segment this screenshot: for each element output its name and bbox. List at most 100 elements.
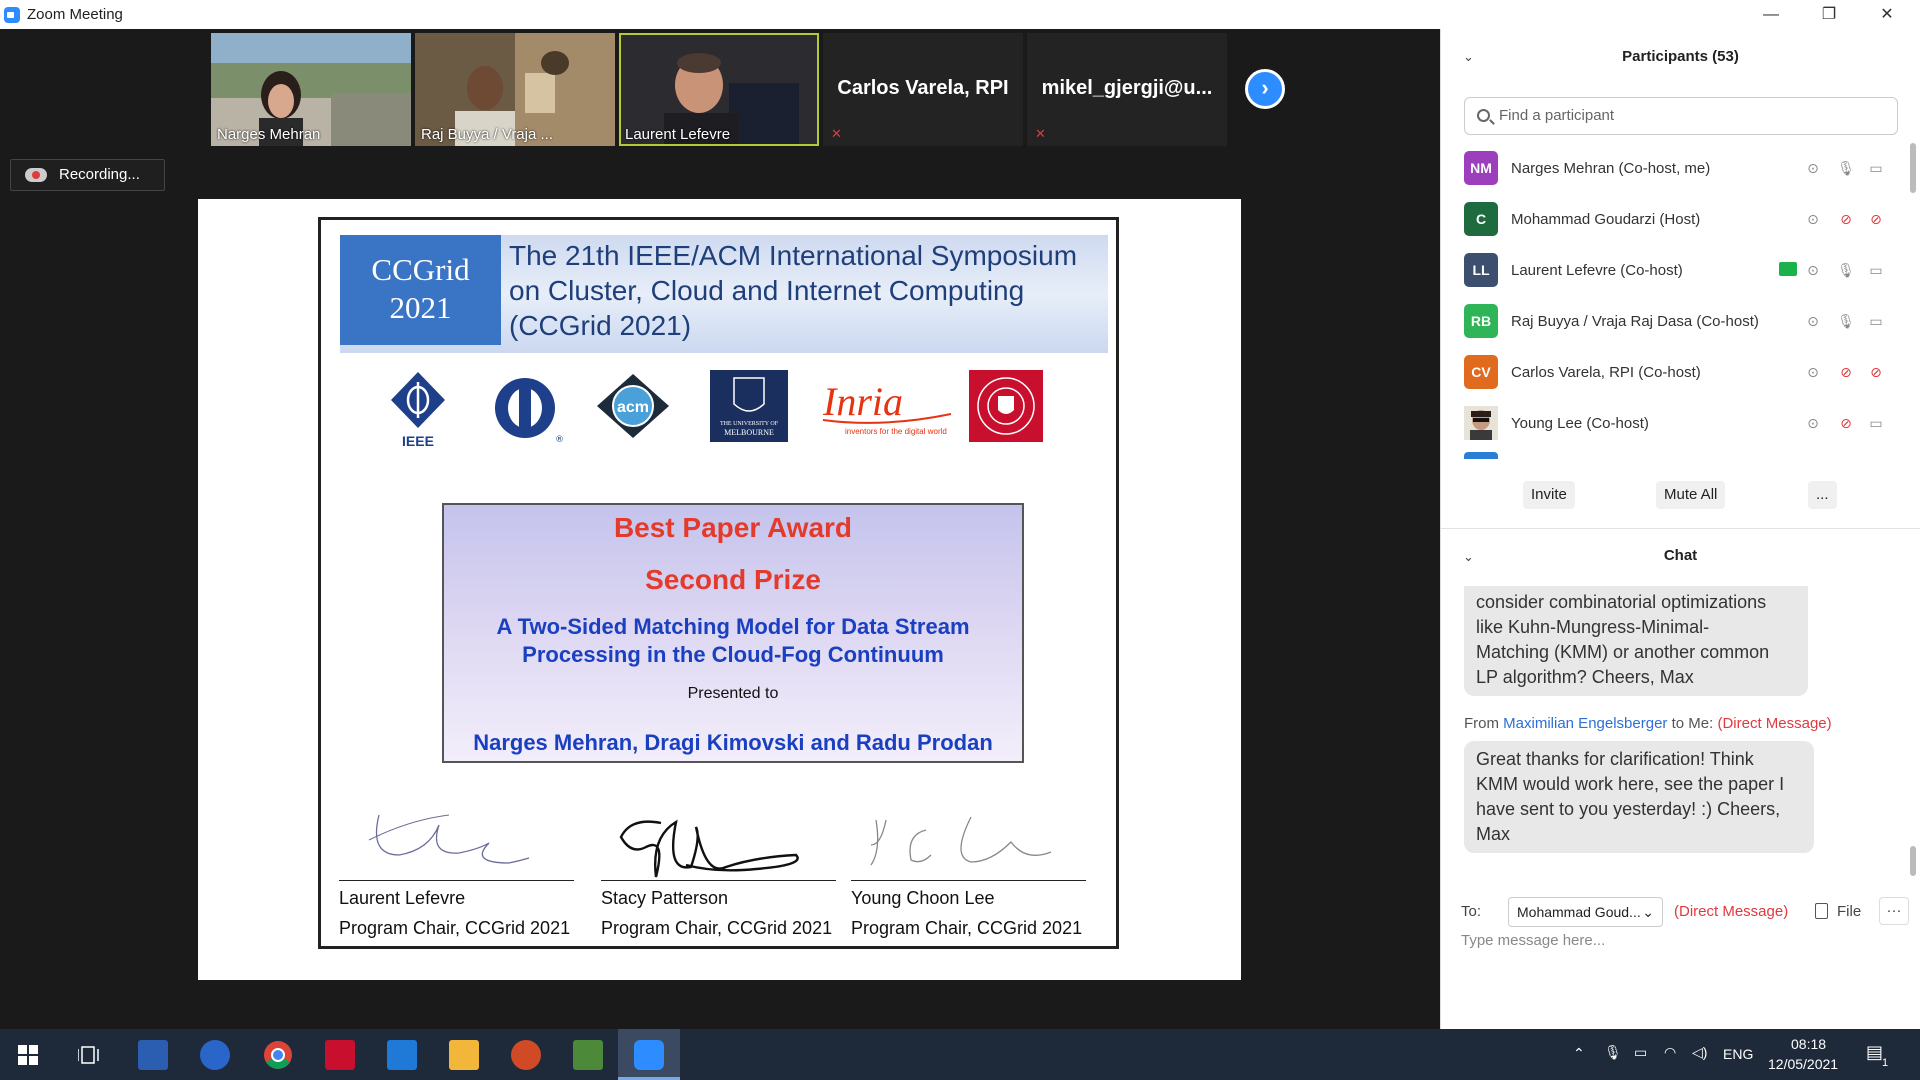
record-icon: ⊙: [1807, 364, 1819, 380]
participant-row[interactable]: RB Raj Buyya / Vraja Raj Dasa (Co-host) …: [1441, 296, 1911, 347]
svg-text:THE UNIVERSITY OF: THE UNIVERSITY OF: [720, 421, 779, 427]
microphone-muted-icon[interactable]: ⊘: [1836, 362, 1856, 382]
image-viewer-icon[interactable]: [573, 1040, 603, 1070]
chat-recipient-select[interactable]: Mohammad Goud... ⌄: [1508, 897, 1663, 927]
participant-row[interactable]: CV Carlos Varela, RPI (Co-host) ⊙ ⊘ ⊘: [1441, 347, 1911, 398]
invite-button[interactable]: Invite: [1523, 481, 1575, 509]
screen-share-icon: [1779, 262, 1797, 276]
record-icon: ⊙: [1807, 211, 1819, 227]
chat-message-line: Great thanks for clarification! Think: [1476, 749, 1754, 769]
participant-row[interactable]: LL Laurent Lefevre (Co-host) ⊙ 🎙 ▭: [1441, 245, 1911, 296]
signatory-name: Stacy Patterson: [601, 888, 729, 908]
conference-title-line1: The 21th IEEE/ACM International Symposiu…: [509, 240, 1078, 271]
video-camera-icon[interactable]: ▭: [1866, 311, 1886, 331]
signature-block: Young Choon Lee Program Chair, CCGrid 20…: [851, 805, 1086, 941]
award-box: Best Paper Award Second Prize A Two-Side…: [442, 503, 1024, 763]
award-recipients: Narges Mehran, Dragi Kimovski and Radu P…: [473, 730, 993, 755]
microphone-icon[interactable]: 🎙: [1836, 260, 1856, 280]
microphone-tray-icon[interactable]: 🎙: [1604, 1044, 1622, 1061]
video-camera-icon[interactable]: ▭: [1866, 260, 1886, 280]
video-tile-name: Raj Buyya / Vraja ...: [421, 126, 553, 143]
volume-icon[interactable]: ◁): [1692, 1044, 1707, 1061]
mute-all-button[interactable]: Mute All: [1656, 481, 1726, 509]
video-tile-active-speaker[interactable]: Laurent Lefevre: [619, 33, 819, 146]
video-camera-icon[interactable]: ▭: [1866, 158, 1886, 178]
file-explorer-icon[interactable]: [449, 1040, 479, 1070]
award-prize: Second Prize: [645, 564, 821, 595]
avatar: RB: [1464, 304, 1498, 338]
avatar-photo: [1464, 406, 1498, 440]
show-hidden-icons-chevron-icon[interactable]: ⌃: [1573, 1045, 1585, 1062]
clock-date[interactable]: 12/05/2021: [1768, 1056, 1838, 1072]
input-language[interactable]: ENG: [1723, 1046, 1753, 1062]
close-window-button[interactable]: ✕: [1858, 0, 1916, 29]
outlook-icon[interactable]: [200, 1040, 230, 1070]
shared-screen: CCGrid 2021 The 21th IEEE/ACM Internatio…: [198, 199, 1241, 980]
video-tile[interactable]: mikel_gjergji@u... ✕: [1027, 33, 1227, 146]
participant-search-input[interactable]: Find a participant: [1464, 97, 1898, 135]
conference-title-line2: on Cluster, Cloud and Internet Computing: [509, 275, 1025, 306]
signature-line: [601, 880, 836, 881]
chat-message-line: consider combinatorial optimizations: [1476, 592, 1767, 612]
svg-text:acm: acm: [617, 399, 649, 416]
network-icon[interactable]: ◠: [1664, 1044, 1676, 1061]
chat-scrollbar[interactable]: [1910, 846, 1916, 876]
video-tile[interactable]: Carlos Varela, RPI ✕: [823, 33, 1023, 146]
video-tile-name: Laurent Lefevre: [625, 126, 731, 143]
powerpoint-icon[interactable]: [511, 1040, 541, 1070]
chat-header: Chat: [1663, 547, 1698, 564]
vscode-icon[interactable]: [387, 1040, 417, 1070]
svg-text:inventors for the digital worl: inventors for the digital world: [845, 427, 947, 436]
svg-text:IEEE: IEEE: [402, 433, 434, 446]
conference-title-line3: (CCGrid 2021): [509, 310, 692, 341]
video-off-icon[interactable]: ⊘: [1866, 362, 1886, 382]
notifications-icon[interactable]: ▤: [1866, 1042, 1883, 1063]
battery-icon[interactable]: ▭: [1634, 1044, 1647, 1061]
chat-more-button[interactable]: ···: [1879, 897, 1909, 925]
sender-name[interactable]: Maximilian Engelsberger: [1503, 715, 1667, 732]
signature-line: [851, 880, 1086, 881]
recording-indicator[interactable]: Recording...: [10, 159, 165, 191]
microphone-muted-icon[interactable]: ⊘: [1836, 413, 1856, 433]
microphone-icon[interactable]: 🎙: [1836, 158, 1856, 178]
participant-row[interactable]: NM Narges Mehran (Co-host, me) ⊙ 🎙 ▭: [1441, 143, 1911, 194]
participant-row[interactable]: Young Lee (Co-host) ⊙ ⊘ ▭: [1441, 398, 1911, 449]
participant-search-placeholder: Find a participant: [1499, 107, 1615, 124]
university-of-melbourne-logo: THE UNIVERSITY OF MELBOURNE: [710, 370, 788, 442]
signature-block: Stacy Patterson Program Chair, CCGrid 20…: [601, 805, 836, 941]
chrome-icon[interactable]: [263, 1040, 293, 1070]
to-label: To:: [1461, 903, 1482, 920]
signatory-role: Program Chair, CCGrid 2021: [851, 918, 1083, 938]
minimize-button[interactable]: —: [1742, 0, 1800, 29]
from-prefix: From: [1464, 715, 1499, 732]
clock-time[interactable]: 08:18: [1791, 1036, 1826, 1052]
participant-list-scrollbar[interactable]: [1910, 143, 1916, 193]
task-view-icon[interactable]: [78, 1045, 100, 1065]
video-tile-name: Carlos Varela, RPI: [837, 77, 1009, 99]
chat-recipient-row: To: Mohammad Goud... ⌄ (Direct Message) …: [1461, 897, 1909, 927]
chat-message-input[interactable]: Type message here...: [1461, 932, 1605, 949]
powershell-icon[interactable]: [138, 1040, 168, 1070]
participants-more-button[interactable]: ...: [1808, 481, 1837, 509]
zoom-taskbar-item-active[interactable]: [618, 1029, 680, 1080]
next-videos-button[interactable]: ›: [1245, 69, 1285, 109]
video-tile[interactable]: Raj Buyya / Vraja ...: [415, 33, 615, 146]
participant-name: Raj Buyya / Vraja Raj Dasa (Co-host): [1511, 313, 1759, 330]
chat-message-line: Matching (KMM) or another common: [1476, 642, 1770, 662]
microphone-icon[interactable]: 🎙: [1836, 311, 1856, 331]
participant-row[interactable]: C Mohammad Goudarzi (Host) ⊙ ⊘ ⊘: [1441, 194, 1911, 245]
participants-header: Participants (53): [1622, 48, 1739, 65]
microphone-muted-icon[interactable]: ⊘: [1836, 209, 1856, 229]
video-off-icon[interactable]: ⊘: [1866, 209, 1886, 229]
windows-taskbar: ⌃ 🎙 ▭ ◠ ◁) ENG 08:18 12/05/2021 ▤ 1: [0, 1029, 1920, 1080]
chat-message-bubble: Great thanks for clarification! Think KM…: [1464, 741, 1814, 853]
windows-start-icon[interactable]: [18, 1045, 38, 1065]
chat-message-line: have sent to you yesterday! :) Cheers,: [1476, 799, 1781, 819]
signature-block: Laurent Lefevre Program Chair, CCGrid 20…: [339, 805, 574, 941]
video-camera-icon[interactable]: ▭: [1866, 413, 1886, 433]
acrobat-reader-icon[interactable]: [325, 1040, 355, 1070]
file-button[interactable]: File: [1837, 903, 1861, 920]
mic-muted-icon: ✕: [1035, 126, 1046, 141]
restore-button[interactable]: ❐: [1800, 0, 1858, 29]
video-tile[interactable]: Narges Mehran: [211, 33, 411, 146]
